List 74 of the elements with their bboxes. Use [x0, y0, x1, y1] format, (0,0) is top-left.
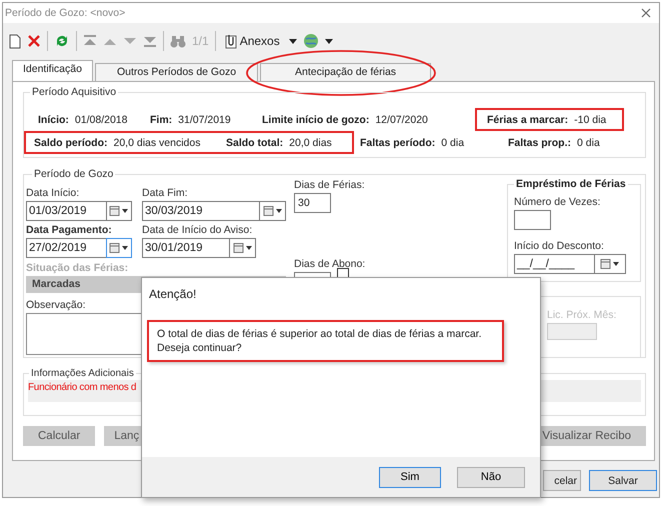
date-field[interactable]: 30/01/2019	[142, 238, 229, 258]
input-field[interactable]: 30	[294, 193, 331, 213]
field-label: Faltas prop.:	[508, 136, 572, 148]
tab[interactable]: Antecipação de férias	[260, 63, 432, 81]
new-document-icon[interactable]	[9, 34, 21, 48]
date-field[interactable]: __/__/____	[514, 254, 594, 274]
field-label: Número de Vezes:	[514, 196, 602, 208]
field-value: 12/07/2020	[375, 114, 428, 126]
window-title: Período de Gozo: <novo>	[5, 7, 126, 19]
calendar-button[interactable]	[106, 201, 132, 221]
field-label: Início do Desconto:	[514, 240, 605, 252]
calendar-button[interactable]	[229, 238, 256, 258]
field-value: 20,0 dias	[289, 136, 332, 148]
calendar-icon	[232, 243, 252, 253]
group-title: Informações Adicionais	[30, 368, 135, 379]
paperclip-icon	[224, 34, 237, 48]
group-title: Empréstimo de Férias	[515, 178, 627, 190]
action-button[interactable]: Lanç	[104, 426, 144, 446]
field-label: Situação das Férias:	[26, 262, 128, 274]
close-icon[interactable]	[641, 8, 651, 18]
yes-button[interactable]: Sim	[379, 466, 441, 488]
field-label: Data Início:	[26, 187, 80, 199]
field-label: Dias de Férias:	[294, 179, 365, 191]
field-label: Data Fim:	[142, 187, 189, 199]
delete-icon[interactable]	[27, 34, 41, 48]
field-label: Fim:	[150, 114, 172, 126]
dialog-title: Atenção!	[149, 287, 196, 301]
field-label: Data Pagamento:	[26, 224, 113, 236]
action-button[interactable]: Calcular	[23, 426, 96, 446]
date-field[interactable]: 30/03/2019	[142, 201, 259, 221]
calendar-button[interactable]	[259, 201, 286, 221]
date-field[interactable]: 27/02/2019	[26, 238, 106, 258]
record-counter: 1/1	[192, 34, 209, 48]
input-field[interactable]	[514, 210, 551, 230]
last-record-icon[interactable]	[143, 35, 157, 47]
input-field	[547, 323, 597, 340]
calendar-button[interactable]	[106, 238, 132, 258]
date-field[interactable]: 01/03/2019	[26, 201, 106, 221]
field-label: Saldo total:	[226, 136, 284, 148]
calendar-icon	[262, 206, 282, 216]
field-label: Férias a marcar:	[487, 114, 568, 126]
group-title: Período de Gozo	[33, 168, 114, 180]
field-label: Limite início de gozo:	[262, 114, 370, 126]
field-label: Início:	[38, 114, 69, 126]
field-label: Faltas período:	[360, 136, 436, 148]
calendar-button[interactable]	[594, 254, 626, 274]
dialog-message: O total de dias de férias é superior ao total de dias de férias a marcar. Deseja continuar?	[147, 320, 504, 362]
field-value: 31/07/2019	[178, 114, 231, 126]
refresh-icon[interactable]	[54, 33, 70, 49]
tab[interactable]: Outros Períodos de Gozo	[94, 63, 258, 81]
field-label: Data de Início do Aviso:	[142, 224, 254, 236]
calendar-icon	[600, 259, 620, 269]
field-value: 0 dia	[577, 136, 600, 148]
field-value: 0 dia	[441, 136, 464, 148]
globe-icon[interactable]	[302, 33, 319, 49]
calendar-icon	[109, 243, 129, 253]
field-label: Dias de Abono:	[294, 258, 366, 270]
tab[interactable]: Identificação	[12, 60, 93, 81]
save-button[interactable]: Salvar	[589, 470, 657, 491]
field-value: -10 dia	[574, 114, 606, 126]
attachments-button[interactable]: Anexos	[222, 34, 283, 48]
caret-icon[interactable]	[288, 38, 297, 44]
field-label: Saldo período:	[34, 136, 108, 148]
calendar-icon	[109, 206, 129, 216]
cancel-button[interactable]: celar	[543, 470, 581, 491]
no-button[interactable]: Não	[457, 466, 525, 488]
binoculars-icon[interactable]	[170, 34, 186, 48]
first-record-icon[interactable]	[83, 35, 97, 47]
field-value: 01/08/2018	[74, 114, 128, 126]
field-label: Observação:	[26, 299, 87, 311]
group-title: Período Aquisitivo	[31, 86, 118, 98]
caret-icon[interactable]	[324, 38, 333, 44]
field-label: Lic. Próx. Mês:	[547, 309, 616, 321]
field-value: 20,0 dias vencidos	[114, 136, 200, 148]
